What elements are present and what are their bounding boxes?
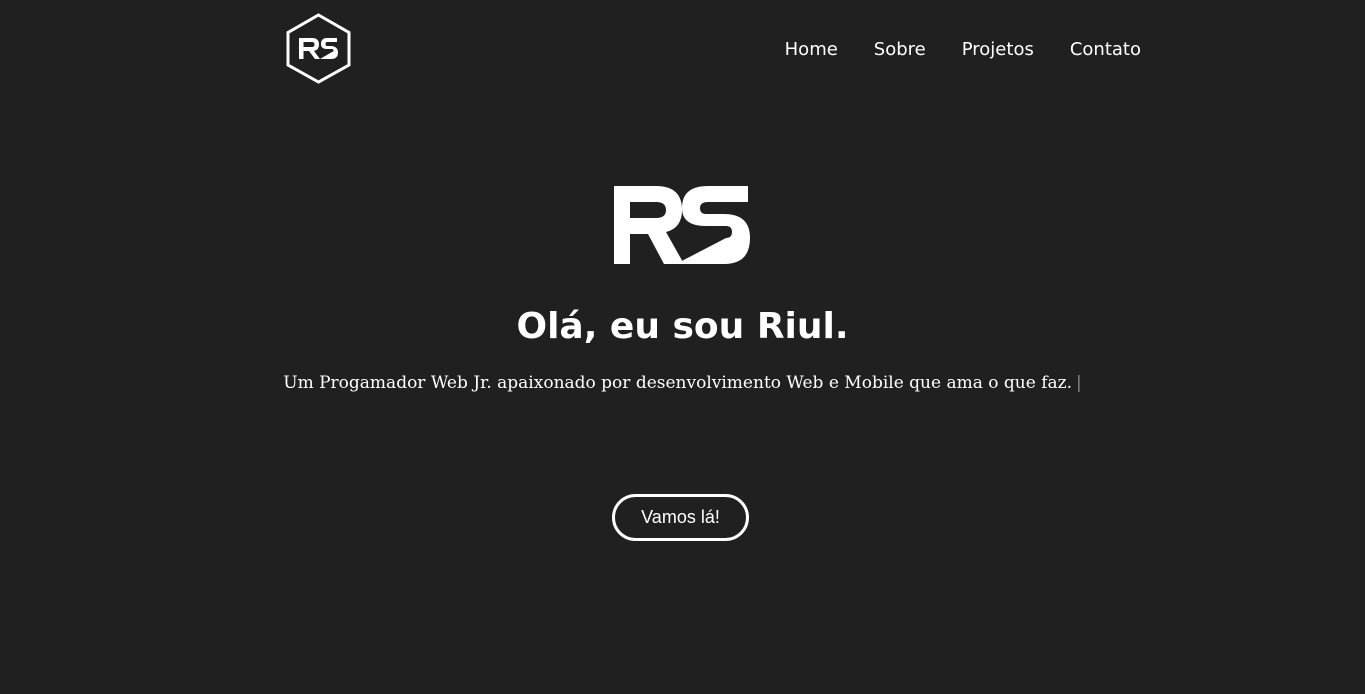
nav-link-projetos[interactable]: Projetos bbox=[962, 38, 1034, 62]
rs-logo-icon bbox=[614, 186, 750, 264]
typing-cursor: | bbox=[1075, 373, 1082, 393]
nav-link-home[interactable]: Home bbox=[785, 38, 838, 62]
nav-link-contato[interactable]: Contato bbox=[1070, 38, 1141, 62]
hexagon-logo-icon bbox=[286, 13, 351, 84]
vamos-la-button[interactable]: Vamos lá! bbox=[612, 494, 749, 541]
hero-title: Olá, eu sou Riul. bbox=[516, 306, 849, 347]
nav-link-sobre[interactable]: Sobre bbox=[874, 38, 926, 62]
rs-logo bbox=[612, 184, 752, 266]
site-header: Home Sobre Projetos Contato bbox=[0, 0, 1365, 100]
hero-subtitle-text: Um Progamador Web Jr. apaixonado por des… bbox=[283, 373, 1072, 393]
main-nav: Home Sobre Projetos Contato bbox=[785, 38, 1141, 62]
hero-subtitle: Um Progamador Web Jr. apaixonado por des… bbox=[0, 371, 1365, 395]
rs-hexagon-logo[interactable] bbox=[285, 13, 352, 84]
